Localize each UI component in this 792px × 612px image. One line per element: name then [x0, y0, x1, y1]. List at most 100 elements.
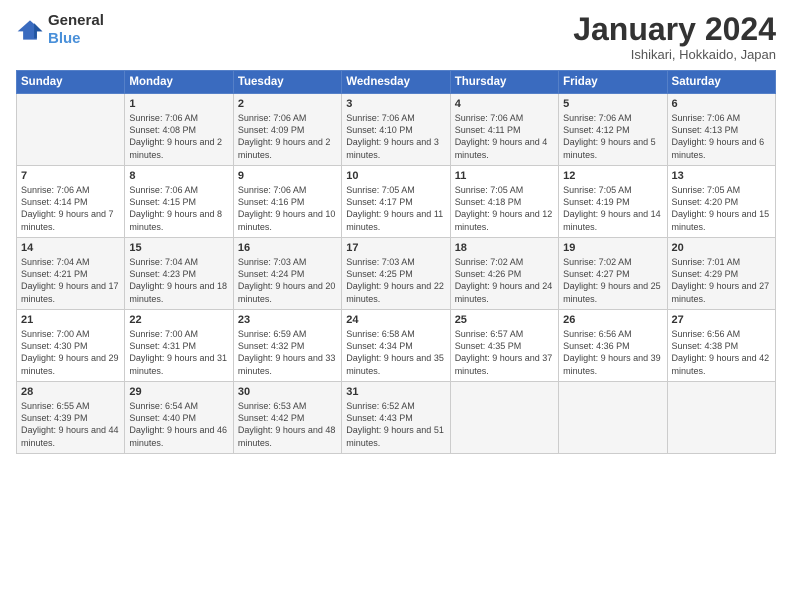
day-info: Sunrise: 7:01 AMSunset: 4:29 PMDaylight:…	[672, 256, 771, 305]
day-number: 28	[21, 386, 120, 398]
calendar-cell-w1-d1	[17, 94, 125, 166]
header-wednesday: Wednesday	[342, 71, 450, 94]
day-number: 31	[346, 386, 445, 398]
calendar-cell-w5-d4: 31 Sunrise: 6:52 AMSunset: 4:43 PMDaylig…	[342, 382, 450, 454]
day-number: 29	[129, 386, 228, 398]
day-info: Sunrise: 7:03 AMSunset: 4:25 PMDaylight:…	[346, 256, 445, 305]
calendar-cell-w1-d6: 5 Sunrise: 7:06 AMSunset: 4:12 PMDayligh…	[559, 94, 667, 166]
calendar-cell-w1-d2: 1 Sunrise: 7:06 AMSunset: 4:08 PMDayligh…	[125, 94, 233, 166]
week-row-5: 28 Sunrise: 6:55 AMSunset: 4:39 PMDaylig…	[17, 382, 776, 454]
calendar-table: Sunday Monday Tuesday Wednesday Thursday…	[16, 70, 776, 454]
day-info: Sunrise: 7:06 AMSunset: 4:12 PMDaylight:…	[563, 112, 662, 161]
logo: General Blue	[16, 12, 104, 48]
day-number: 12	[563, 170, 662, 182]
day-info: Sunrise: 6:54 AMSunset: 4:40 PMDaylight:…	[129, 400, 228, 449]
day-number: 17	[346, 242, 445, 254]
day-info: Sunrise: 7:06 AMSunset: 4:14 PMDaylight:…	[21, 184, 120, 233]
calendar-cell-w3-d5: 18 Sunrise: 7:02 AMSunset: 4:26 PMDaylig…	[450, 238, 558, 310]
header-tuesday: Tuesday	[233, 71, 341, 94]
calendar-cell-w2-d1: 7 Sunrise: 7:06 AMSunset: 4:14 PMDayligh…	[17, 166, 125, 238]
calendar-cell-w3-d2: 15 Sunrise: 7:04 AMSunset: 4:23 PMDaylig…	[125, 238, 233, 310]
day-number: 8	[129, 170, 228, 182]
title-area: January 2024 Ishikari, Hokkaido, Japan	[573, 12, 776, 62]
header-sunday: Sunday	[17, 71, 125, 94]
calendar-cell-w3-d3: 16 Sunrise: 7:03 AMSunset: 4:24 PMDaylig…	[233, 238, 341, 310]
day-number: 13	[672, 170, 771, 182]
calendar-cell-w1-d4: 3 Sunrise: 7:06 AMSunset: 4:10 PMDayligh…	[342, 94, 450, 166]
month-title: January 2024	[573, 12, 776, 47]
calendar-cell-w2-d3: 9 Sunrise: 7:06 AMSunset: 4:16 PMDayligh…	[233, 166, 341, 238]
header-monday: Monday	[125, 71, 233, 94]
week-row-1: 1 Sunrise: 7:06 AMSunset: 4:08 PMDayligh…	[17, 94, 776, 166]
logo-blue: Blue	[48, 30, 81, 47]
calendar-cell-w1-d3: 2 Sunrise: 7:06 AMSunset: 4:09 PMDayligh…	[233, 94, 341, 166]
day-number: 9	[238, 170, 337, 182]
week-row-2: 7 Sunrise: 7:06 AMSunset: 4:14 PMDayligh…	[17, 166, 776, 238]
calendar-cell-w5-d6	[559, 382, 667, 454]
day-info: Sunrise: 7:03 AMSunset: 4:24 PMDaylight:…	[238, 256, 337, 305]
logo-icon	[16, 19, 44, 41]
logo-general: General	[48, 12, 104, 29]
day-number: 25	[455, 314, 554, 326]
day-number: 26	[563, 314, 662, 326]
day-info: Sunrise: 7:00 AMSunset: 4:30 PMDaylight:…	[21, 328, 120, 377]
day-info: Sunrise: 6:59 AMSunset: 4:32 PMDaylight:…	[238, 328, 337, 377]
calendar-cell-w4-d7: 27 Sunrise: 6:56 AMSunset: 4:38 PMDaylig…	[667, 310, 775, 382]
day-number: 4	[455, 98, 554, 110]
day-number: 21	[21, 314, 120, 326]
day-info: Sunrise: 7:04 AMSunset: 4:23 PMDaylight:…	[129, 256, 228, 305]
day-info: Sunrise: 6:55 AMSunset: 4:39 PMDaylight:…	[21, 400, 120, 449]
calendar-cell-w5-d7	[667, 382, 775, 454]
day-number: 11	[455, 170, 554, 182]
calendar-cell-w2-d5: 11 Sunrise: 7:05 AMSunset: 4:18 PMDaylig…	[450, 166, 558, 238]
logo-text: General Blue	[48, 12, 104, 48]
day-number: 30	[238, 386, 337, 398]
calendar-cell-w5-d3: 30 Sunrise: 6:53 AMSunset: 4:42 PMDaylig…	[233, 382, 341, 454]
day-info: Sunrise: 6:58 AMSunset: 4:34 PMDaylight:…	[346, 328, 445, 377]
day-info: Sunrise: 7:06 AMSunset: 4:11 PMDaylight:…	[455, 112, 554, 161]
page-container: General Blue January 2024 Ishikari, Hokk…	[0, 0, 792, 464]
day-info: Sunrise: 7:06 AMSunset: 4:16 PMDaylight:…	[238, 184, 337, 233]
calendar-cell-w4-d4: 24 Sunrise: 6:58 AMSunset: 4:34 PMDaylig…	[342, 310, 450, 382]
calendar-cell-w2-d7: 13 Sunrise: 7:05 AMSunset: 4:20 PMDaylig…	[667, 166, 775, 238]
day-info: Sunrise: 7:06 AMSunset: 4:13 PMDaylight:…	[672, 112, 771, 161]
day-number: 24	[346, 314, 445, 326]
day-info: Sunrise: 6:56 AMSunset: 4:36 PMDaylight:…	[563, 328, 662, 377]
day-number: 5	[563, 98, 662, 110]
day-number: 19	[563, 242, 662, 254]
location-subtitle: Ishikari, Hokkaido, Japan	[573, 47, 776, 62]
calendar-cell-w4-d2: 22 Sunrise: 7:00 AMSunset: 4:31 PMDaylig…	[125, 310, 233, 382]
day-info: Sunrise: 7:06 AMSunset: 4:15 PMDaylight:…	[129, 184, 228, 233]
day-info: Sunrise: 7:04 AMSunset: 4:21 PMDaylight:…	[21, 256, 120, 305]
calendar-cell-w4-d1: 21 Sunrise: 7:00 AMSunset: 4:30 PMDaylig…	[17, 310, 125, 382]
calendar-cell-w2-d2: 8 Sunrise: 7:06 AMSunset: 4:15 PMDayligh…	[125, 166, 233, 238]
week-row-4: 21 Sunrise: 7:00 AMSunset: 4:30 PMDaylig…	[17, 310, 776, 382]
calendar-cell-w1-d7: 6 Sunrise: 7:06 AMSunset: 4:13 PMDayligh…	[667, 94, 775, 166]
calendar-cell-w1-d5: 4 Sunrise: 7:06 AMSunset: 4:11 PMDayligh…	[450, 94, 558, 166]
day-number: 7	[21, 170, 120, 182]
calendar-cell-w3-d4: 17 Sunrise: 7:03 AMSunset: 4:25 PMDaylig…	[342, 238, 450, 310]
day-number: 10	[346, 170, 445, 182]
header-thursday: Thursday	[450, 71, 558, 94]
day-info: Sunrise: 7:02 AMSunset: 4:27 PMDaylight:…	[563, 256, 662, 305]
calendar-header-row: Sunday Monday Tuesday Wednesday Thursday…	[17, 71, 776, 94]
calendar-cell-w4-d5: 25 Sunrise: 6:57 AMSunset: 4:35 PMDaylig…	[450, 310, 558, 382]
header-friday: Friday	[559, 71, 667, 94]
day-info: Sunrise: 6:57 AMSunset: 4:35 PMDaylight:…	[455, 328, 554, 377]
calendar-cell-w4-d6: 26 Sunrise: 6:56 AMSunset: 4:36 PMDaylig…	[559, 310, 667, 382]
day-number: 22	[129, 314, 228, 326]
calendar-cell-w5-d2: 29 Sunrise: 6:54 AMSunset: 4:40 PMDaylig…	[125, 382, 233, 454]
day-info: Sunrise: 6:56 AMSunset: 4:38 PMDaylight:…	[672, 328, 771, 377]
day-info: Sunrise: 7:06 AMSunset: 4:10 PMDaylight:…	[346, 112, 445, 161]
day-info: Sunrise: 7:06 AMSunset: 4:08 PMDaylight:…	[129, 112, 228, 161]
day-number: 20	[672, 242, 771, 254]
day-info: Sunrise: 7:00 AMSunset: 4:31 PMDaylight:…	[129, 328, 228, 377]
day-number: 2	[238, 98, 337, 110]
calendar-cell-w4-d3: 23 Sunrise: 6:59 AMSunset: 4:32 PMDaylig…	[233, 310, 341, 382]
day-number: 23	[238, 314, 337, 326]
calendar-cell-w3-d6: 19 Sunrise: 7:02 AMSunset: 4:27 PMDaylig…	[559, 238, 667, 310]
day-number: 16	[238, 242, 337, 254]
day-info: Sunrise: 7:06 AMSunset: 4:09 PMDaylight:…	[238, 112, 337, 161]
calendar-cell-w3-d7: 20 Sunrise: 7:01 AMSunset: 4:29 PMDaylig…	[667, 238, 775, 310]
day-number: 27	[672, 314, 771, 326]
